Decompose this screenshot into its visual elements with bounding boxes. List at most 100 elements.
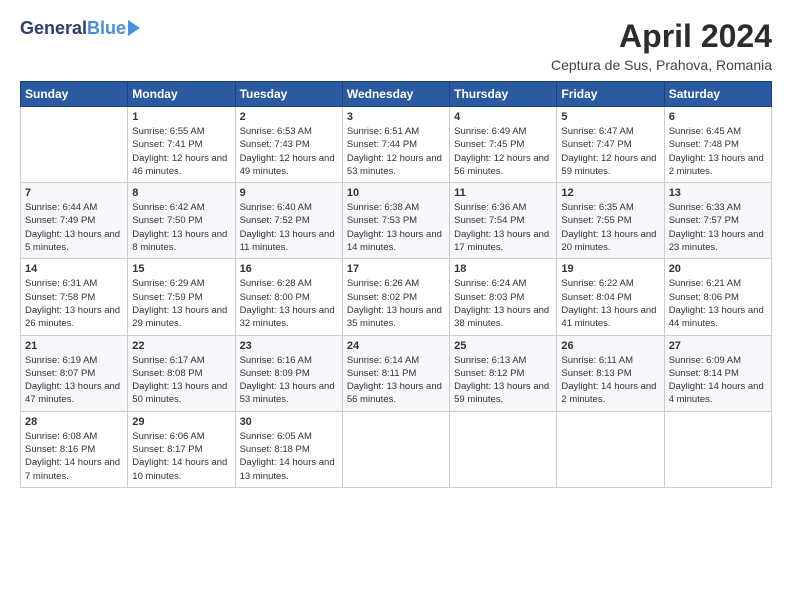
calendar-cell: 14 Sunrise: 6:31 AMSunset: 7:58 PMDayligh… <box>21 259 128 335</box>
day-info: Sunrise: 6:44 AMSunset: 7:49 PMDaylight:… <box>25 201 123 254</box>
day-info: Sunrise: 6:45 AMSunset: 7:48 PMDaylight:… <box>669 125 767 178</box>
day-number: 23 <box>240 340 338 352</box>
day-info: Sunrise: 6:17 AMSunset: 8:08 PMDaylight:… <box>132 354 230 407</box>
day-info: Sunrise: 6:31 AMSunset: 7:58 PMDaylight:… <box>25 277 123 330</box>
calendar-cell: 23 Sunrise: 6:16 AMSunset: 8:09 PMDayligh… <box>235 335 342 411</box>
day-number: 20 <box>669 263 767 275</box>
calendar-cell: 7 Sunrise: 6:44 AMSunset: 7:49 PMDaylight… <box>21 183 128 259</box>
calendar-cell: 12Sunrise: 6:35 AMSunset: 7:55 PMDayligh… <box>557 183 664 259</box>
calendar-cell: 10 Sunrise: 6:38 AMSunset: 7:53 PMDayligh… <box>342 183 449 259</box>
day-number: 2 <box>240 111 338 123</box>
header-row: SundayMondayTuesdayWednesdayThursdayFrid… <box>21 82 772 107</box>
day-number: 22 <box>132 340 230 352</box>
calendar-table: SundayMondayTuesdayWednesdayThursdayFrid… <box>20 81 772 488</box>
calendar-cell: 8Sunrise: 6:42 AMSunset: 7:50 PMDaylight… <box>128 183 235 259</box>
location: Ceptura de Sus, Prahova, Romania <box>551 57 772 73</box>
day-number: 3 <box>347 111 445 123</box>
day-number: 26 <box>561 340 659 352</box>
day-info: Sunrise: 6:16 AMSunset: 8:09 PMDaylight:… <box>240 354 338 407</box>
month-title: April 2024 <box>551 18 772 55</box>
day-header-thursday: Thursday <box>450 82 557 107</box>
calendar-cell <box>557 411 664 487</box>
week-row-3: 14 Sunrise: 6:31 AMSunset: 7:58 PMDayligh… <box>21 259 772 335</box>
calendar-cell <box>664 411 771 487</box>
day-number: 14 <box>25 263 123 275</box>
day-info: Sunrise: 6:28 AMSunset: 8:00 PMDaylight:… <box>240 277 338 330</box>
day-info: Sunrise: 6:49 AMSunset: 7:45 PMDaylight:… <box>454 125 552 178</box>
day-number: 24 <box>347 340 445 352</box>
day-number: 25 <box>454 340 552 352</box>
calendar-cell: 4Sunrise: 6:49 AMSunset: 7:45 PMDaylight… <box>450 107 557 183</box>
day-number: 15 <box>132 263 230 275</box>
day-number: 10 <box>347 187 445 199</box>
day-info: Sunrise: 6:08 AMSunset: 8:16 PMDaylight:… <box>25 430 123 483</box>
day-info: Sunrise: 6:11 AMSunset: 8:13 PMDaylight:… <box>561 354 659 407</box>
day-number: 11 <box>454 187 552 199</box>
calendar-cell: 15 Sunrise: 6:29 AMSunset: 7:59 PMDayligh… <box>128 259 235 335</box>
day-number: 13 <box>669 187 767 199</box>
calendar-cell: 2 Sunrise: 6:53 AMSunset: 7:43 PMDaylight… <box>235 107 342 183</box>
calendar-cell: 19Sunrise: 6:22 AMSunset: 8:04 PMDayligh… <box>557 259 664 335</box>
day-number: 12 <box>561 187 659 199</box>
logo-text: General Blue <box>20 18 140 39</box>
calendar-cell: 28 Sunrise: 6:08 AMSunset: 8:16 PMDayligh… <box>21 411 128 487</box>
calendar-cell: 29 Sunrise: 6:06 AMSunset: 8:17 PMDayligh… <box>128 411 235 487</box>
day-number: 29 <box>132 416 230 428</box>
day-info: Sunrise: 6:55 AMSunset: 7:41 PMDaylight:… <box>132 125 230 178</box>
day-number: 16 <box>240 263 338 275</box>
day-number: 6 <box>669 111 767 123</box>
calendar-cell: 5Sunrise: 6:47 AMSunset: 7:47 PMDaylight… <box>557 107 664 183</box>
week-row-1: 1 Sunrise: 6:55 AMSunset: 7:41 PMDaylight… <box>21 107 772 183</box>
day-info: Sunrise: 6:24 AMSunset: 8:03 PMDaylight:… <box>454 277 552 330</box>
calendar-cell: 18Sunrise: 6:24 AMSunset: 8:03 PMDayligh… <box>450 259 557 335</box>
day-number: 28 <box>25 416 123 428</box>
day-number: 1 <box>132 111 230 123</box>
day-info: Sunrise: 6:19 AMSunset: 8:07 PMDaylight:… <box>25 354 123 407</box>
calendar-cell: 27Sunrise: 6:09 AMSunset: 8:14 PMDayligh… <box>664 335 771 411</box>
day-info: Sunrise: 6:40 AMSunset: 7:52 PMDaylight:… <box>240 201 338 254</box>
day-info: Sunrise: 6:22 AMSunset: 8:04 PMDaylight:… <box>561 277 659 330</box>
day-number: 8 <box>132 187 230 199</box>
day-info: Sunrise: 6:13 AMSunset: 8:12 PMDaylight:… <box>454 354 552 407</box>
day-info: Sunrise: 6:29 AMSunset: 7:59 PMDaylight:… <box>132 277 230 330</box>
day-number: 30 <box>240 416 338 428</box>
day-info: Sunrise: 6:05 AMSunset: 8:18 PMDaylight:… <box>240 430 338 483</box>
day-info: Sunrise: 6:06 AMSunset: 8:17 PMDaylight:… <box>132 430 230 483</box>
calendar-cell: 20Sunrise: 6:21 AMSunset: 8:06 PMDayligh… <box>664 259 771 335</box>
calendar-cell: 17Sunrise: 6:26 AMSunset: 8:02 PMDayligh… <box>342 259 449 335</box>
day-number: 7 <box>25 187 123 199</box>
day-number: 9 <box>240 187 338 199</box>
day-header-monday: Monday <box>128 82 235 107</box>
day-info: Sunrise: 6:38 AMSunset: 7:53 PMDaylight:… <box>347 201 445 254</box>
calendar-cell: 25 Sunrise: 6:13 AMSunset: 8:12 PMDayligh… <box>450 335 557 411</box>
calendar-cell <box>21 107 128 183</box>
calendar-cell: 9 Sunrise: 6:40 AMSunset: 7:52 PMDaylight… <box>235 183 342 259</box>
day-info: Sunrise: 6:51 AMSunset: 7:44 PMDaylight:… <box>347 125 445 178</box>
logo-general: General <box>20 18 87 39</box>
day-info: Sunrise: 6:53 AMSunset: 7:43 PMDaylight:… <box>240 125 338 178</box>
day-number: 27 <box>669 340 767 352</box>
day-header-saturday: Saturday <box>664 82 771 107</box>
day-number: 21 <box>25 340 123 352</box>
logo: General Blue <box>20 18 140 39</box>
day-header-tuesday: Tuesday <box>235 82 342 107</box>
calendar-cell <box>450 411 557 487</box>
calendar-cell: 1 Sunrise: 6:55 AMSunset: 7:41 PMDaylight… <box>128 107 235 183</box>
calendar-cell: 16 Sunrise: 6:28 AMSunset: 8:00 PMDayligh… <box>235 259 342 335</box>
logo-arrow-icon <box>128 20 140 36</box>
week-row-2: 7 Sunrise: 6:44 AMSunset: 7:49 PMDaylight… <box>21 183 772 259</box>
calendar-cell: 30 Sunrise: 6:05 AMSunset: 8:18 PMDayligh… <box>235 411 342 487</box>
logo-blue: Blue <box>87 18 126 39</box>
week-row-5: 28 Sunrise: 6:08 AMSunset: 8:16 PMDayligh… <box>21 411 772 487</box>
calendar-cell: 26 Sunrise: 6:11 AMSunset: 8:13 PMDayligh… <box>557 335 664 411</box>
day-header-friday: Friday <box>557 82 664 107</box>
calendar-cell: 3 Sunrise: 6:51 AMSunset: 7:44 PMDaylight… <box>342 107 449 183</box>
day-info: Sunrise: 6:36 AMSunset: 7:54 PMDaylight:… <box>454 201 552 254</box>
calendar-cell: 6 Sunrise: 6:45 AMSunset: 7:48 PMDaylight… <box>664 107 771 183</box>
day-header-wednesday: Wednesday <box>342 82 449 107</box>
calendar-cell: 21 Sunrise: 6:19 AMSunset: 8:07 PMDayligh… <box>21 335 128 411</box>
page-container: General Blue April 2024 Ceptura de Sus, … <box>0 0 792 498</box>
calendar-cell: 24Sunrise: 6:14 AMSunset: 8:11 PMDayligh… <box>342 335 449 411</box>
calendar-cell: 13Sunrise: 6:33 AMSunset: 7:57 PMDayligh… <box>664 183 771 259</box>
day-number: 5 <box>561 111 659 123</box>
